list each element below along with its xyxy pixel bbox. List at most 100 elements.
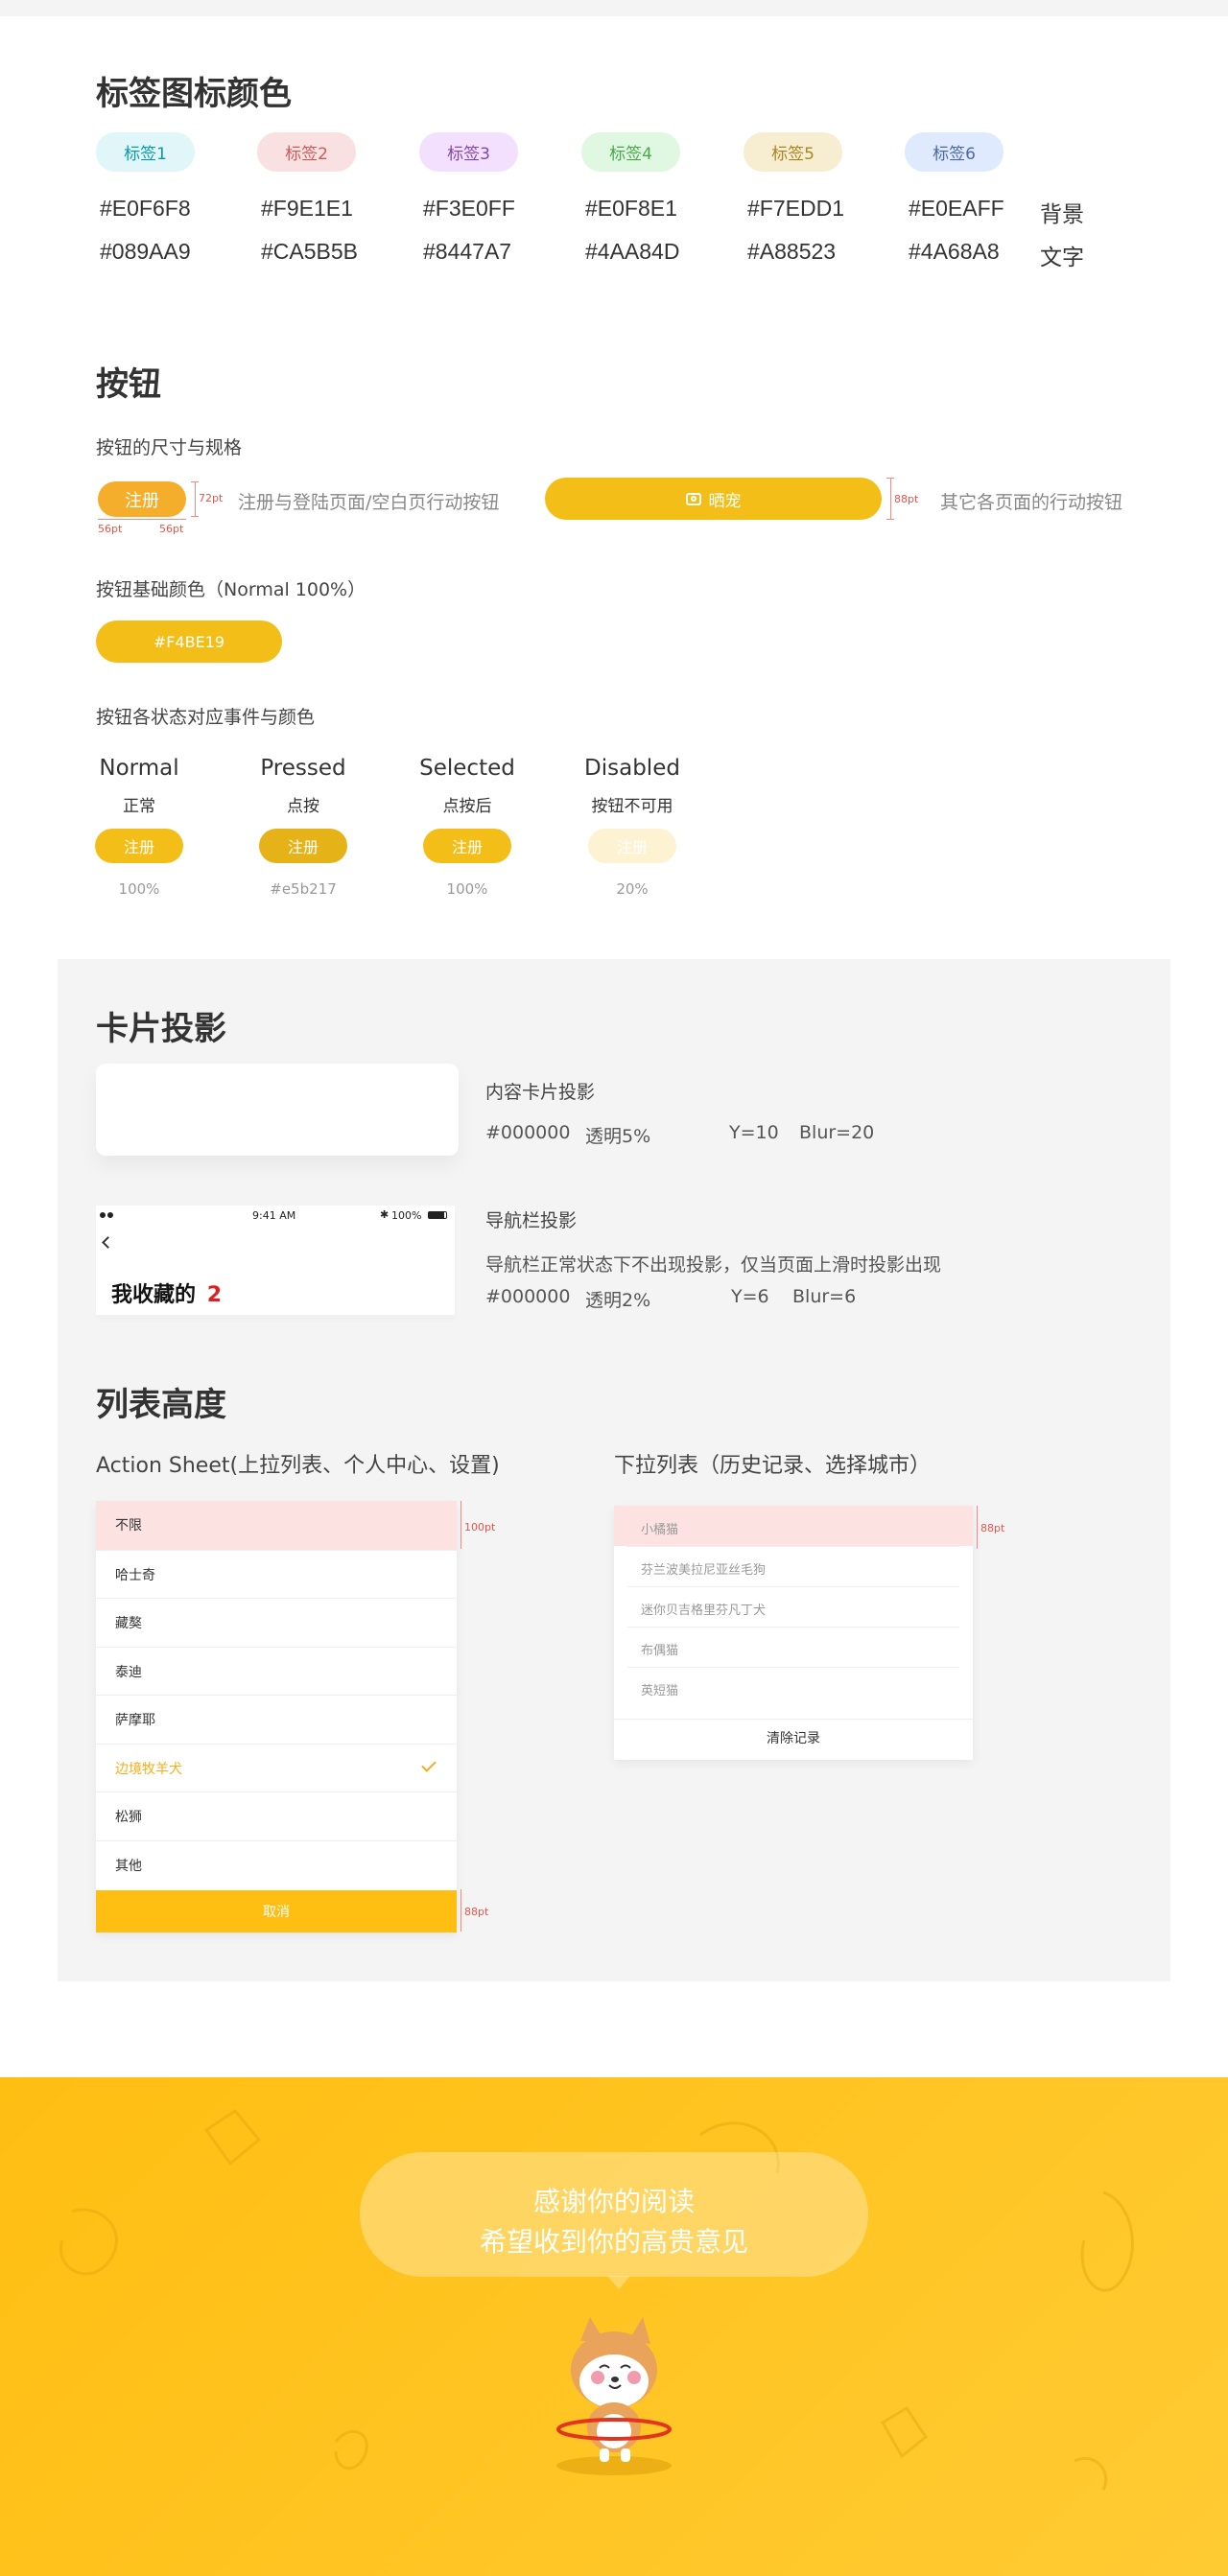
tag-fg-hex: #A88523	[747, 239, 837, 264]
tag-pill: 标签2	[257, 132, 356, 172]
dog-mascot-illustration	[556, 2317, 672, 2475]
tag-fg-hex: #4AA84D	[585, 239, 680, 264]
dropdown-heading: 下拉列表（历史记录、选择城市）	[614, 1454, 932, 1478]
battery-text: 100%	[391, 1209, 422, 1222]
action-sheet-sample: 不限哈士奇 藏獒泰迪萨摩耶边境牧羊犬松狮其他取消	[96, 1501, 457, 1932]
nav-title-text: 我收藏的	[111, 1283, 197, 1307]
small-button-height-label: 72pt	[199, 492, 224, 504]
content-card-sample	[96, 1064, 459, 1156]
post-pet-label: 晒宠	[708, 491, 742, 511]
state-button-sample[interactable]: 注册	[588, 829, 676, 863]
tag-fg-hex: #089AA9	[100, 239, 191, 264]
dropdown-item[interactable]: 迷你贝吉格里芬凡丁犬	[614, 1586, 973, 1627]
dim-line	[98, 519, 186, 520]
states-heading: 按钮各状态对应事件与颜色	[96, 707, 316, 728]
state-name-zh: 点按	[287, 797, 319, 816]
post-pet-button[interactable]: 晒宠	[545, 478, 882, 520]
action-sheet-item[interactable]: 藏獒	[96, 1598, 457, 1647]
dropdown-item-label: 小橘猫	[641, 1523, 679, 1537]
dim-tick	[191, 516, 199, 517]
content-card-y: Y=10	[729, 1122, 779, 1143]
nav-title-count: 2	[206, 1283, 222, 1307]
action-sheet-item[interactable]: 萨摩耶	[96, 1695, 457, 1744]
dropdown-item-label: 英短猫	[641, 1684, 679, 1698]
base-color-heading: 按钮基础颜色（Normal 100%）	[96, 579, 366, 600]
dim-line	[890, 478, 891, 520]
clear-history-button[interactable]: 清除记录	[614, 1719, 973, 1757]
tag-pill: 标签1	[96, 132, 195, 172]
register-button-sample[interactable]: 注册	[98, 481, 186, 517]
bluetooth-icon: ✱	[380, 1208, 390, 1221]
nav-shadow-blur: Blur=6	[792, 1286, 857, 1307]
action-sheet-item[interactable]: 不限	[96, 1501, 457, 1550]
state-button-sample[interactable]: 注册	[259, 829, 347, 863]
state-button-sample[interactable]: 注册	[95, 829, 183, 863]
base-color-button[interactable]: #F4BE19	[96, 621, 282, 663]
nav-shadow-opacity: 透明2%	[585, 1290, 651, 1311]
action-height-label: 100pt	[464, 1521, 496, 1534]
tag-pill: 标签4	[581, 132, 680, 172]
dropdown-item[interactable]: 英短猫	[614, 1667, 973, 1707]
small-button-pad-right: 56pt	[159, 523, 184, 535]
state-value: 100%	[118, 880, 160, 898]
tag-bg-hex: #E0F8E1	[585, 196, 677, 221]
action-sheet-item[interactable]: 其他	[96, 1839, 457, 1889]
state-name-zh: 按钮不可用	[591, 797, 673, 816]
dropdown-item[interactable]: 小橘猫	[614, 1506, 973, 1546]
tag-pill: 标签5	[744, 132, 842, 172]
footer-line1: 感谢你的阅读	[532, 2186, 695, 2217]
divider	[627, 1627, 959, 1628]
dropdown-item-label: 布偶猫	[641, 1644, 679, 1658]
nav-bar-sample: 9:41 AM ✱ 100% 我收藏的 2	[96, 1206, 455, 1315]
divider	[627, 1667, 959, 1668]
action-sheet-item-label: 边境牧羊犬	[115, 1761, 182, 1777]
tag-bg-hex: #F7EDD1	[747, 196, 844, 221]
dropdown-item[interactable]: 布偶猫	[614, 1627, 973, 1667]
state-value: 20%	[616, 880, 649, 898]
action-sheet-item-label: 泰迪	[115, 1664, 142, 1680]
nav-page-title: 我收藏的 2	[111, 1277, 222, 1308]
action-sheet-item-label: 其他	[115, 1858, 142, 1874]
button-section-title: 按钮	[96, 365, 161, 404]
signal-icon	[100, 1212, 113, 1218]
nav-shadow-color: #000000	[485, 1286, 571, 1307]
back-arrow-icon[interactable]	[102, 1236, 114, 1249]
dropdown-item-label: 芬兰波美拉尼亚丝毛狗	[641, 1563, 767, 1578]
state-button-sample[interactable]: 注册	[423, 829, 511, 863]
action-sheet-item[interactable]: 泰迪	[96, 1646, 457, 1696]
action-sheet-item[interactable]: 松狮	[96, 1791, 457, 1840]
cancel-button[interactable]: 取消	[96, 1890, 457, 1932]
cancel-height-label: 88pt	[464, 1906, 489, 1918]
state-name-en: Pressed	[260, 756, 346, 781]
tag-bg-hex: #F3E0FF	[423, 196, 515, 221]
action-sheet-item[interactable]: 边境牧羊犬	[96, 1743, 457, 1792]
action-sheet-heading: Action Sheet(上拉列表、个人中心、设置)	[96, 1454, 500, 1478]
dropdown-item[interactable]: 芬兰波美拉尼亚丝毛狗	[614, 1546, 973, 1586]
divider	[627, 1546, 959, 1547]
wide-button-height-label: 88pt	[894, 493, 919, 505]
action-sheet-item[interactable]: 哈士奇	[96, 1549, 457, 1599]
tag-bg-hex: #E0F6F8	[100, 196, 191, 221]
bg-row-label: 背景	[1040, 201, 1084, 226]
list-section-title: 列表高度	[96, 1386, 226, 1424]
tag-pill: 标签6	[905, 132, 1004, 172]
divider	[627, 1586, 959, 1587]
content-card-color: #000000	[485, 1122, 571, 1143]
dim-tick	[191, 481, 199, 482]
tag-pill: 标签3	[419, 132, 518, 172]
state-name-en: Normal	[99, 756, 179, 781]
small-button-pad-left: 56pt	[98, 523, 123, 535]
action-sheet-item-label: 不限	[115, 1518, 142, 1534]
fg-row-label: 文字	[1040, 245, 1084, 269]
state-name-en: Disabled	[584, 756, 680, 781]
dim-line	[460, 1501, 461, 1549]
content-card-opacity: 透明5%	[585, 1126, 651, 1147]
small-button-desc: 注册与登陆页面/空白页行动按钮	[238, 492, 500, 513]
nav-shadow-y: Y=6	[731, 1286, 769, 1307]
nav-shadow-desc: 导航栏正常状态下不出现投影，仅当页面上滑时投影出现	[485, 1254, 942, 1276]
dim-tick	[886, 478, 894, 479]
state-name-zh: 正常	[123, 797, 155, 816]
tag-fg-hex: #8447A7	[423, 239, 512, 264]
dim-line	[460, 1889, 461, 1932]
state-name-zh: 点按后	[442, 797, 492, 816]
